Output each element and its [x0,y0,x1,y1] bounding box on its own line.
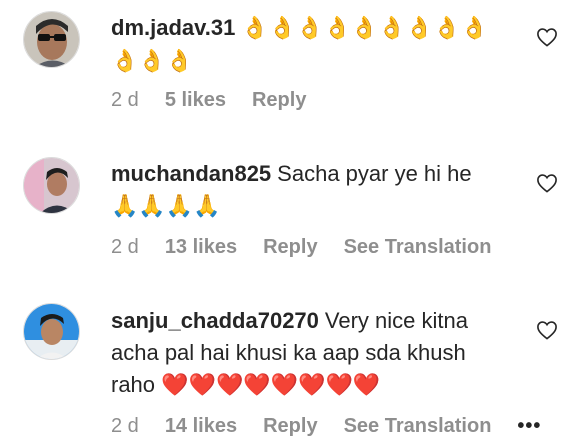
more-options-icon[interactable]: ••• [517,415,541,438]
comment-body: muchandan825 Sacha pyar ye hi he 🙏🙏🙏🙏 [111,158,492,223]
likes-count[interactable]: 14 likes [165,415,237,438]
like-heart-icon[interactable] [536,320,558,340]
comment-meta: 2 d 14 likes Reply See Translation ••• [111,415,541,438]
avatar[interactable] [23,157,80,214]
reply-button[interactable]: Reply [263,236,317,259]
comment-body: dm.jadav.31 👌👌👌👌👌👌👌👌👌👌👌👌 [111,12,492,78]
reply-button[interactable]: Reply [252,89,306,112]
avatar[interactable] [23,11,80,68]
comment-time: 2 d [111,89,139,111]
folded-hands-emojis: 🙏🙏🙏🙏 [111,194,221,219]
comment-body: sanju_chadda70270 Very nice kitna acha pa… [111,305,492,402]
see-translation-link[interactable]: See Translation [344,415,492,438]
comment-time: 2 d [111,236,139,258]
comment-meta: 2 d 13 likes Reply See Translation [111,236,517,259]
likes-count[interactable]: 13 likes [165,236,237,259]
comment-meta: 2 d 5 likes Reply [111,89,332,112]
comment-text: Sacha pyar ye hi he [277,161,472,186]
reply-button[interactable]: Reply [263,415,317,438]
red-heart-emojis: ❤️❤️❤️❤️❤️❤️❤️❤️ [161,373,381,398]
avatar[interactable] [23,303,80,360]
see-translation-link[interactable]: See Translation [344,236,492,259]
comment-username[interactable]: muchandan825 [111,161,271,186]
comment-username[interactable]: sanju_chadda70270 [111,308,319,333]
like-heart-icon[interactable] [536,27,558,47]
comment-username[interactable]: dm.jadav.31 [111,15,235,40]
like-heart-icon[interactable] [536,173,558,193]
comment-time: 2 d [111,415,139,437]
likes-count[interactable]: 5 likes [165,89,226,112]
